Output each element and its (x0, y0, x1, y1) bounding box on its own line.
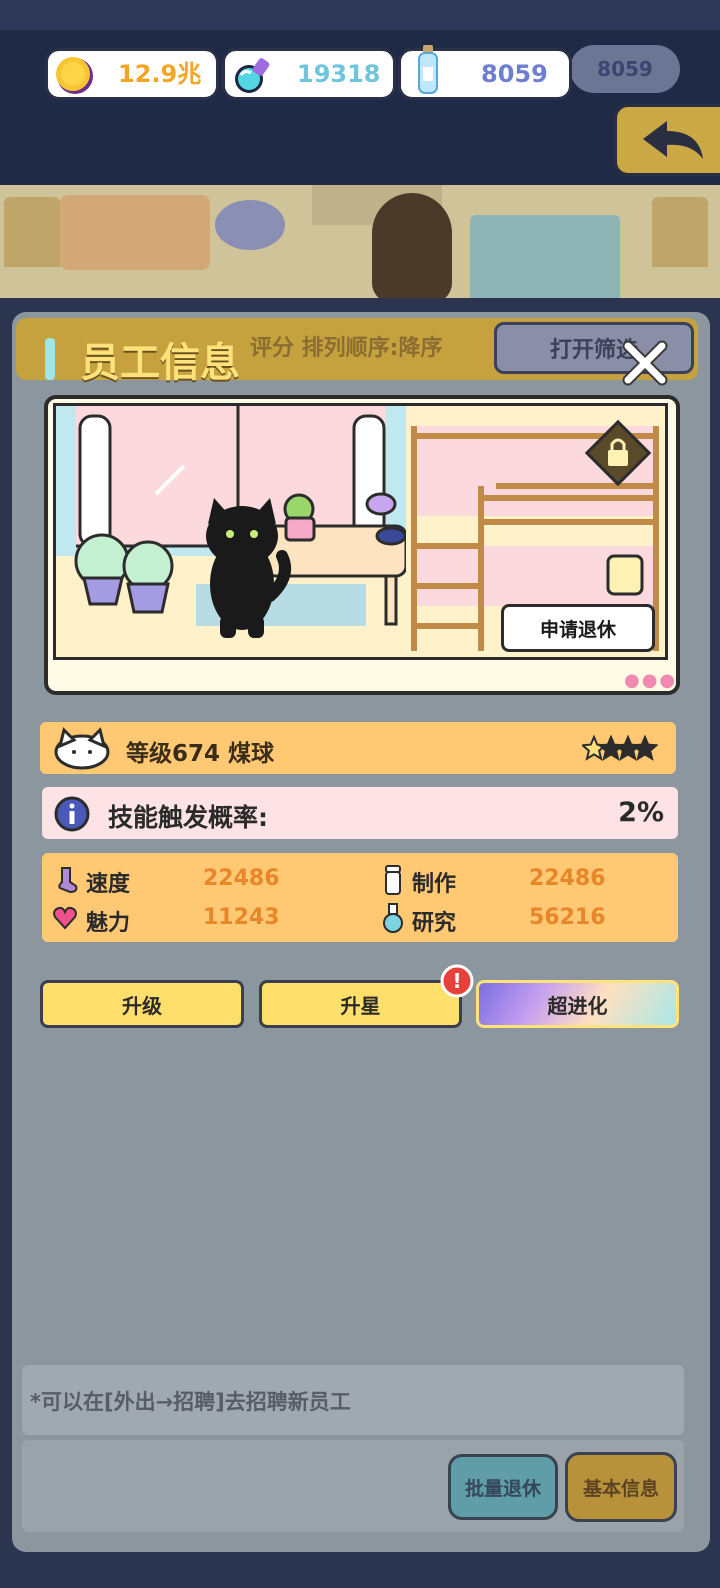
basic-info-button[interactable]: 基本信息 (565, 1452, 677, 1522)
charm-value: 11243 (203, 905, 280, 930)
back-arrow-icon (643, 121, 703, 159)
speed-label: 速度 (86, 872, 131, 897)
room-background (0, 185, 720, 305)
heart-icon (53, 906, 77, 930)
coin-icon (56, 57, 93, 94)
research-label: 研究 (412, 911, 457, 936)
upgrade-button[interactable]: 升级 (40, 980, 244, 1028)
craft-value: 22486 (529, 866, 606, 891)
top-strip (0, 0, 720, 30)
flask-icon (383, 903, 403, 933)
apply-retire-button[interactable]: 申请退休 (501, 604, 655, 652)
bottle-counter[interactable]: 8059 (398, 45, 572, 100)
level-name-label: 等级674 煤球 (126, 741, 275, 767)
star-rating (582, 735, 658, 761)
message-bottle-icon (418, 45, 438, 94)
sort-order-label: 评分 排列顺序:降序 (250, 336, 443, 361)
super-evolve-button[interactable]: 超进化 (476, 980, 679, 1028)
ghost-bottle-counter: 8059 (570, 45, 680, 93)
potion-value: 19318 (297, 60, 381, 88)
bottle-value: 8059 (481, 60, 548, 88)
potion-counter[interactable]: 19318 (222, 48, 396, 100)
alert-icon: ! (440, 964, 474, 998)
craft-label: 制作 (412, 872, 457, 897)
recruit-hint: *可以在[外出→招聘]去招聘新员工 (30, 1390, 351, 1414)
cup-icon (385, 865, 401, 895)
cat-face-icon (54, 727, 110, 770)
info-icon[interactable] (54, 796, 90, 832)
charm-label: 魅力 (86, 911, 131, 936)
sock-icon (58, 867, 78, 894)
research-value: 56216 (529, 905, 606, 930)
skill-chance-label: 技能触发概率: (108, 803, 268, 832)
speed-value: 22486 (203, 866, 280, 891)
star-up-button[interactable]: 升星 (259, 980, 462, 1028)
dialog-title: 员工信息 (80, 340, 240, 386)
close-icon[interactable] (622, 340, 668, 386)
batch-retire-button[interactable]: 批量退休 (448, 1454, 558, 1520)
skill-chance-value: 2% (618, 797, 664, 828)
potion-icon (235, 58, 270, 93)
coin-counter[interactable]: 12.9兆 (45, 48, 219, 100)
star-empty-icon (631, 735, 658, 761)
alert-badge-text: ! (452, 969, 461, 993)
coin-value: 12.9兆 (118, 60, 202, 88)
back-button[interactable] (614, 104, 720, 176)
title-accent (45, 338, 55, 380)
more-dots-icon[interactable]: ●●● (624, 670, 677, 691)
